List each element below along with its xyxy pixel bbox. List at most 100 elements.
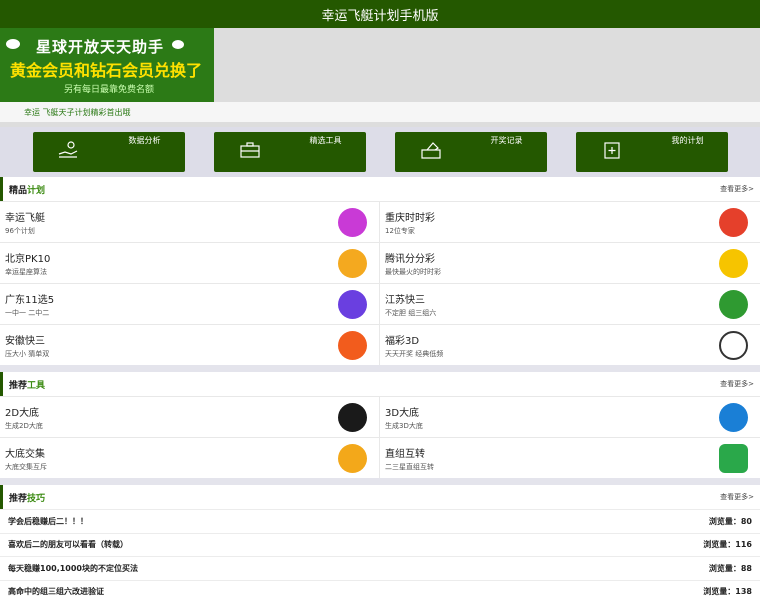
banner-caption: 另有每日最靠免费名额 bbox=[64, 85, 155, 95]
section-title-accent: 计划 bbox=[27, 185, 46, 196]
section-title-plain: 精品 bbox=[9, 185, 28, 196]
section-title-plain: 推荐 bbox=[9, 380, 28, 391]
plans-section-header: 精品计划 查看更多> bbox=[0, 177, 760, 201]
lottery-logo-icon bbox=[719, 208, 748, 237]
plan-name: 北京PK10 bbox=[5, 254, 51, 265]
plan-item[interactable]: 腾讯分分彩 最快最火的时时彩 bbox=[380, 242, 760, 283]
add-plan-icon bbox=[603, 142, 620, 159]
tip-views: 浏览量：80 bbox=[708, 516, 752, 526]
tip-title: 喜欢后二的朋友可以看看（转载） bbox=[8, 540, 128, 550]
section-title-accent: 技巧 bbox=[27, 493, 46, 504]
plan-name: 腾讯分分彩 bbox=[385, 254, 435, 265]
app-header: 幸运飞艇计划手机版 bbox=[0, 0, 760, 28]
tool-item[interactable]: 大底交集 大底交集互斥 bbox=[0, 437, 380, 478]
planet-icon bbox=[172, 40, 184, 49]
section-title: 推荐工具 bbox=[9, 378, 45, 391]
plan-name: 福彩3D bbox=[385, 336, 420, 347]
tool-desc: 生成3D大底 bbox=[385, 422, 423, 430]
plan-name: 广东11选5 bbox=[5, 295, 55, 306]
plans-grid: 幸运飞艇 96个计划 重庆时时彩 12位专家 北京PK10 幸运星座算法 腾讯分… bbox=[0, 201, 760, 365]
ballot-box-icon bbox=[420, 142, 441, 159]
banner-subheadline: 黄金会员和钻石会员兑换了 bbox=[10, 61, 203, 80]
category-label: 精选工具 bbox=[309, 136, 342, 145]
category-tools[interactable]: 精选工具 bbox=[213, 132, 366, 172]
planet-icon bbox=[6, 39, 20, 49]
plan-desc: 12位专家 bbox=[385, 227, 415, 235]
tips-section-header: 推荐技巧 查看更多> bbox=[0, 485, 760, 509]
tool-name: 直组互转 bbox=[385, 449, 425, 460]
lottery-logo-icon bbox=[338, 249, 367, 278]
tool-logo-icon bbox=[338, 444, 367, 473]
tips-list: 学会后稳赚后二！！！ 浏览量：80 喜欢后二的朋友可以看看（转载） 浏览量：11… bbox=[0, 509, 760, 600]
notice-marquee: 幸运 飞艇天子计划精彩首出哦 bbox=[0, 102, 760, 122]
tip-row[interactable]: 学会后稳赚后二！！！ 浏览量：80 bbox=[0, 509, 760, 533]
section-title-accent: 工具 bbox=[27, 380, 46, 391]
divider bbox=[0, 365, 760, 372]
banner-row: 星球开放天天助手 黄金会员和钻石会员兑换了 另有每日最靠免费名额 bbox=[0, 28, 760, 102]
toolbox-icon bbox=[239, 142, 260, 158]
plan-desc: 幸运星座算法 bbox=[5, 268, 47, 276]
lottery-logo-icon bbox=[338, 208, 367, 237]
tip-title: 学会后稳赚后二！！！ bbox=[8, 516, 88, 526]
tip-title: 高命中的组三组六改进验证 bbox=[8, 587, 104, 597]
plan-item[interactable]: 幸运飞艇 96个计划 bbox=[0, 201, 380, 242]
tool-logo-icon bbox=[719, 444, 748, 473]
tool-item[interactable]: 2D大底 生成2D大底 bbox=[0, 396, 380, 437]
tip-views: 浏览量：116 bbox=[703, 540, 752, 550]
plan-item[interactable]: 重庆时时彩 12位专家 bbox=[380, 201, 760, 242]
category-data-analysis[interactable]: 数据分析 bbox=[32, 132, 185, 172]
plan-item[interactable]: 福彩3D 天天开奖 经典低频 bbox=[380, 324, 760, 365]
tool-name: 2D大底 bbox=[5, 408, 40, 419]
plan-item[interactable]: 安徽快三 压大小 猜单双 bbox=[0, 324, 380, 365]
tip-row[interactable]: 喜欢后二的朋友可以看看（转载） 浏览量：116 bbox=[0, 532, 760, 557]
lottery-logo-icon bbox=[719, 249, 748, 278]
plan-name: 幸运飞艇 bbox=[5, 213, 45, 224]
lottery-logo-icon bbox=[338, 290, 367, 319]
hand-coin-icon bbox=[58, 141, 77, 158]
tool-desc: 大底交集互斥 bbox=[5, 463, 47, 471]
lottery-logo-icon bbox=[719, 290, 748, 319]
tip-views: 浏览量：138 bbox=[703, 587, 752, 597]
plan-desc: 最快最火的时时彩 bbox=[385, 268, 441, 276]
category-bar: 数据分析 精选工具 开奖记录 我的计划 bbox=[0, 127, 760, 177]
category-my-plans[interactable]: 我的计划 bbox=[575, 132, 728, 172]
plan-desc: 天天开奖 经典低频 bbox=[385, 350, 444, 358]
banner-headline: 星球开放天天助手 bbox=[36, 38, 165, 56]
category-label: 我的计划 bbox=[671, 136, 704, 145]
see-more-link[interactable]: 查看更多> bbox=[720, 379, 754, 389]
plan-item[interactable]: 江苏快三 不定胆 组三组六 bbox=[380, 283, 760, 324]
section-title: 推荐技巧 bbox=[9, 491, 45, 504]
section-title: 精品计划 bbox=[9, 183, 45, 196]
category-draw-records[interactable]: 开奖记录 bbox=[394, 132, 547, 172]
marquee-text: 幸运 飞艇天子计划精彩首出哦 bbox=[24, 107, 131, 117]
plan-desc: 不定胆 组三组六 bbox=[385, 309, 437, 317]
plan-item[interactable]: 北京PK10 幸运星座算法 bbox=[0, 242, 380, 283]
page-title: 幸运飞艇计划手机版 bbox=[321, 8, 439, 24]
plan-desc: 96个计划 bbox=[5, 227, 35, 235]
promo-banner[interactable]: 星球开放天天助手 黄金会员和钻石会员兑换了 另有每日最靠免费名额 bbox=[0, 28, 214, 102]
tool-item[interactable]: 3D大底 生成3D大底 bbox=[380, 396, 760, 437]
category-label: 开奖记录 bbox=[490, 136, 523, 145]
tip-title: 每天稳赚100,1000块的不定位买法 bbox=[8, 563, 139, 573]
lottery-logo-icon bbox=[719, 331, 748, 360]
section-title-plain: 推荐 bbox=[9, 493, 28, 504]
tool-logo-icon bbox=[719, 403, 748, 432]
plan-name: 重庆时时彩 bbox=[385, 213, 435, 224]
plan-name: 江苏快三 bbox=[385, 295, 425, 306]
tip-row[interactable]: 高命中的组三组六改进验证 浏览量：138 bbox=[0, 579, 760, 600]
see-more-link[interactable]: 查看更多> bbox=[720, 492, 754, 502]
plan-desc: 一中一 二中二 bbox=[5, 309, 50, 317]
tool-item[interactable]: 直组互转 二三星直组互转 bbox=[380, 437, 760, 478]
category-label: 数据分析 bbox=[128, 136, 161, 145]
tip-row[interactable]: 每天稳赚100,1000块的不定位买法 浏览量：88 bbox=[0, 556, 760, 580]
see-more-link[interactable]: 查看更多> bbox=[720, 184, 754, 194]
tool-name: 3D大底 bbox=[385, 408, 420, 419]
tip-views: 浏览量：88 bbox=[708, 563, 752, 573]
tool-name: 大底交集 bbox=[5, 449, 45, 460]
tools-section-header: 推荐工具 查看更多> bbox=[0, 372, 760, 396]
tool-logo-icon bbox=[338, 403, 367, 432]
plan-desc: 压大小 猜单双 bbox=[5, 350, 50, 358]
plan-item[interactable]: 广东11选5 一中一 二中二 bbox=[0, 283, 380, 324]
lottery-logo-icon bbox=[338, 331, 367, 360]
tool-desc: 生成2D大底 bbox=[5, 422, 43, 430]
